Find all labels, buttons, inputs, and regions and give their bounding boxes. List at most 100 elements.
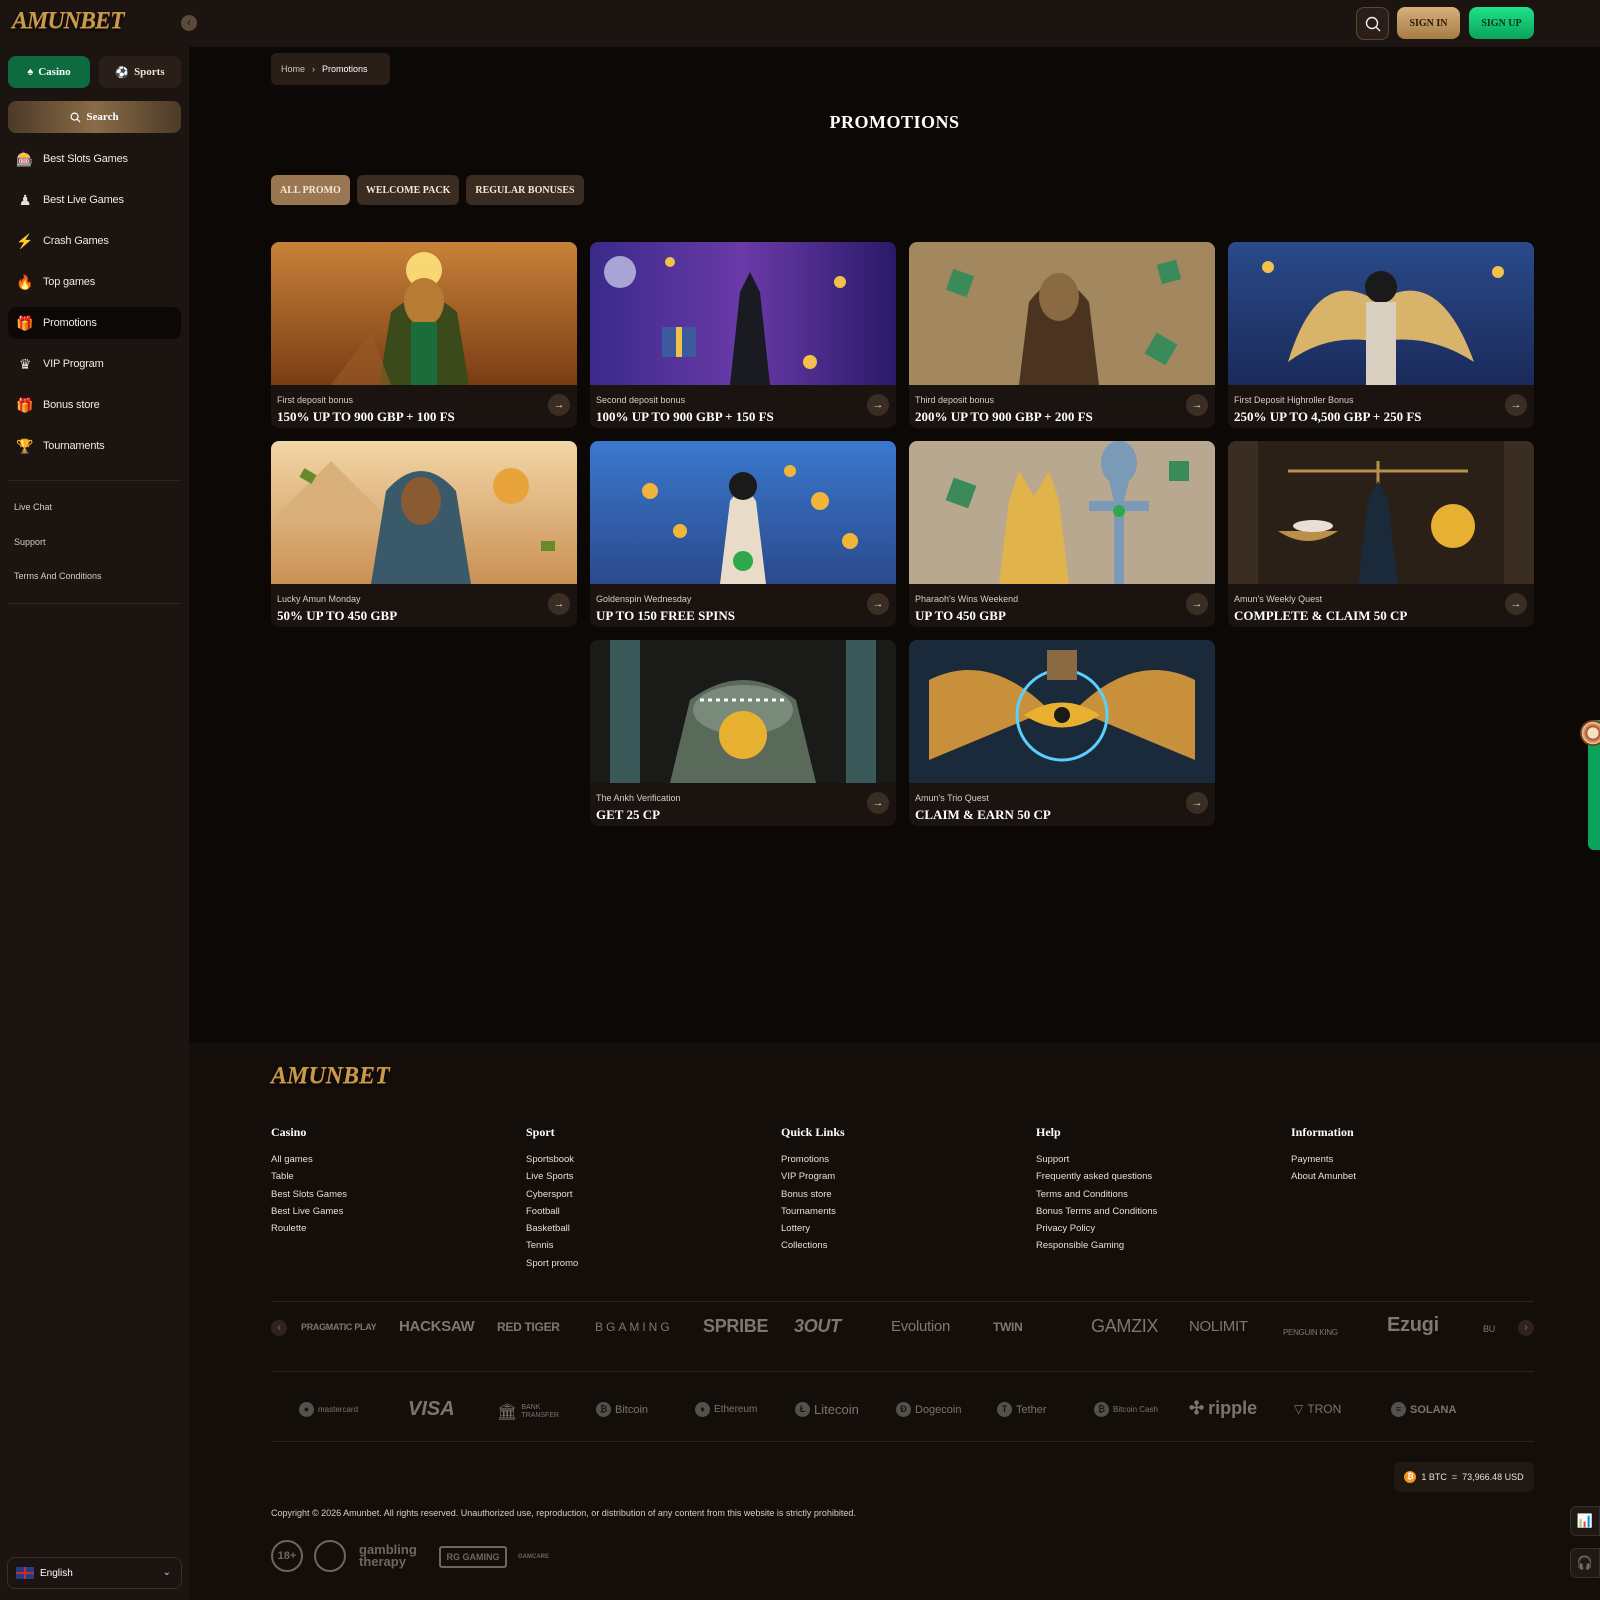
arrow-right-icon[interactable]: → — [548, 394, 570, 416]
chevron-down-icon: ⌄ — [162, 1567, 171, 1578]
link-terms[interactable]: Terms And Conditions — [14, 571, 102, 606]
tab-sports[interactable]: ⚽ Sports — [99, 56, 181, 88]
promo-card[interactable]: The Ankh Verification GET 25 CP → — [590, 640, 896, 826]
provider-logo: 3OUT — [794, 1316, 841, 1336]
chevron-right-icon[interactable]: › — [1518, 1320, 1534, 1336]
arrow-right-icon[interactable]: → — [548, 593, 570, 615]
sign-up-button[interactable]: SIGN UP — [1469, 7, 1534, 39]
footer-link[interactable]: Tournaments — [781, 1206, 845, 1223]
chevron-left-icon[interactable]: ‹ — [271, 1320, 287, 1336]
mastercard-icon: ● — [299, 1402, 314, 1417]
footer-link[interactable]: VIP Program — [781, 1171, 845, 1188]
filter-regular-bonuses[interactable]: REGULAR BONUSES — [466, 175, 584, 205]
footer-link[interactable]: Basketball — [526, 1223, 578, 1240]
footer-link[interactable]: Best Live Games — [271, 1206, 347, 1223]
footer-link[interactable]: Responsible Gaming — [1036, 1240, 1157, 1257]
promo-card[interactable]: Second deposit bonus 100% UP TO 900 GBP … — [590, 242, 896, 428]
arrow-right-icon[interactable]: → — [1186, 792, 1208, 814]
footer-link[interactable]: Cybersport — [526, 1189, 578, 1206]
sign-in-button[interactable]: SIGN IN — [1397, 7, 1460, 39]
sidebar-item-top-games[interactable]: 🔥 Top games — [8, 266, 181, 298]
promo-card[interactable]: First Deposit Highroller Bonus 250% UP T… — [1228, 242, 1534, 428]
arrow-right-icon[interactable]: → — [1505, 394, 1527, 416]
sidebar-item-crash[interactable]: ⚡ Crash Games — [8, 225, 181, 257]
filter-welcome-pack[interactable]: WELCOME PACK — [356, 175, 460, 205]
sidebar-item-best-slots[interactable]: 🎰 Best Slots Games — [8, 143, 181, 175]
sidebar-search-button[interactable]: Search — [8, 101, 181, 133]
spade-icon: ♠ — [27, 66, 34, 78]
promo-card[interactable]: Goldenspin Wednesday UP TO 150 FREE SPIN… — [590, 441, 896, 627]
sidebar-item-bonus-store[interactable]: 🎁 Bonus store — [8, 389, 181, 421]
footer-column-title: Information — [1291, 1125, 1354, 1139]
promo-card[interactable]: Lucky Amun Monday 50% UP TO 450 GBP → — [271, 441, 577, 627]
footer-link[interactable]: Payments — [1291, 1154, 1356, 1171]
arrow-right-icon[interactable]: → — [867, 394, 889, 416]
footer-link[interactable]: Tennis — [526, 1240, 578, 1257]
collapse-sidebar-button[interactable]: ‹ — [181, 15, 197, 31]
sidebar-item-vip[interactable]: ♛ VIP Program — [8, 348, 181, 380]
sidebar-item-tournaments[interactable]: 🏆 Tournaments — [8, 430, 181, 462]
footer-link[interactable]: Collections — [781, 1240, 845, 1257]
provider-logo: HACKSAW — [399, 1318, 475, 1335]
header-search-button[interactable] — [1356, 7, 1389, 40]
filter-all-promo[interactable]: ALL PROMO — [271, 175, 350, 205]
promo-image-pharaoh-ankh — [271, 441, 577, 584]
promo-caption: Amun's Trio Quest — [915, 793, 989, 803]
footer-link[interactable]: Bonus store — [781, 1189, 845, 1206]
litecoin-icon: Ł — [795, 1402, 810, 1417]
breadcrumb-home[interactable]: Home — [281, 64, 305, 74]
page-title: PROMOTIONS — [829, 112, 960, 132]
footer-logo[interactable]: AMUNBET — [271, 1063, 390, 1090]
promo-card[interactable]: First deposit bonus 150% UP TO 900 GBP +… — [271, 242, 577, 428]
footer-link[interactable]: Bonus Terms and Conditions — [1036, 1206, 1157, 1223]
link-support[interactable]: Support — [14, 537, 102, 572]
footer-link[interactable]: Table — [271, 1171, 347, 1188]
language-select[interactable]: English ⌄ — [7, 1557, 182, 1589]
arrow-right-icon[interactable]: → — [1186, 394, 1208, 416]
copyright: Copyright © 2026 Amunbet. All rights res… — [271, 1508, 856, 1518]
provider-logo: PRAGMATIC PLAY — [301, 1322, 377, 1332]
arrow-right-icon[interactable]: → — [1186, 593, 1208, 615]
brand-logo[interactable]: AMUNBET — [12, 8, 125, 38]
footer-link[interactable]: Frequently asked questions — [1036, 1171, 1157, 1188]
promo-card[interactable]: Third deposit bonus 200% UP TO 900 GBP +… — [909, 242, 1215, 428]
footer-link[interactable]: Football — [526, 1206, 578, 1223]
arrow-right-icon[interactable]: → — [867, 792, 889, 814]
sidebar-item-promotions[interactable]: 🎁 Promotions — [8, 307, 181, 339]
rg-gaming-logo[interactable]: RG GAMING — [439, 1546, 507, 1568]
age-18-badge[interactable]: 18+ — [271, 1540, 303, 1572]
payment-logo: ♦ Ethereum — [695, 1402, 757, 1417]
promo-card[interactable]: Amun's Trio Quest CLAIM & EARN 50 CP → — [909, 640, 1215, 826]
dogecoin-icon: Ð — [896, 1402, 911, 1417]
footer-link[interactable]: Roulette — [271, 1223, 347, 1240]
gamcare-logo[interactable]: GAMCARE — [518, 1542, 549, 1572]
footer-link[interactable]: Sport promo — [526, 1258, 578, 1275]
wheel-icon[interactable] — [1580, 720, 1600, 746]
language-label: English — [40, 1567, 73, 1579]
footer-link[interactable]: Terms and Conditions — [1036, 1189, 1157, 1206]
footer-link[interactable]: All games — [271, 1154, 347, 1171]
link-live-chat[interactable]: Live Chat — [14, 502, 102, 537]
footer-link[interactable]: Privacy Policy — [1036, 1223, 1157, 1240]
footer-link[interactable]: About Amunbet — [1291, 1171, 1356, 1188]
footer-link[interactable]: Support — [1036, 1154, 1157, 1171]
footer-link[interactable]: Sportsbook — [526, 1154, 578, 1171]
headset-icon[interactable]: 🎧 — [1570, 1548, 1600, 1578]
promo-card[interactable]: Pharaoh's Wins Weekend UP TO 450 GBP → — [909, 441, 1215, 627]
footer-link[interactable]: Lottery — [781, 1223, 845, 1240]
sidebar-item-best-live[interactable]: ♟ Best Live Games — [8, 184, 181, 216]
promo-card[interactable]: Amun's Weekly Quest COMPLETE & CLAIM 50 … — [1228, 441, 1534, 627]
gamblers-anonymous-icon[interactable] — [314, 1540, 346, 1572]
tab-casino[interactable]: ♠ Casino — [8, 56, 90, 88]
footer-link[interactable]: Promotions — [781, 1154, 845, 1171]
arrow-right-icon[interactable]: → — [1505, 593, 1527, 615]
gambling-therapy-logo[interactable]: gambling therapy — [359, 1543, 429, 1568]
footer-link[interactable]: Live Sports — [526, 1171, 578, 1188]
promo-caption: The Ankh Verification — [596, 793, 681, 803]
crown-icon: ♛ — [18, 355, 32, 372]
mode-tabs: ♠ Casino ⚽ Sports — [8, 56, 181, 88]
arrow-right-icon[interactable]: → — [867, 593, 889, 615]
footer-link[interactable]: Best Slots Games — [271, 1189, 347, 1206]
chart-icon[interactable]: 📊 — [1570, 1506, 1600, 1536]
provider-logo: NOLIMIT — [1189, 1318, 1248, 1335]
